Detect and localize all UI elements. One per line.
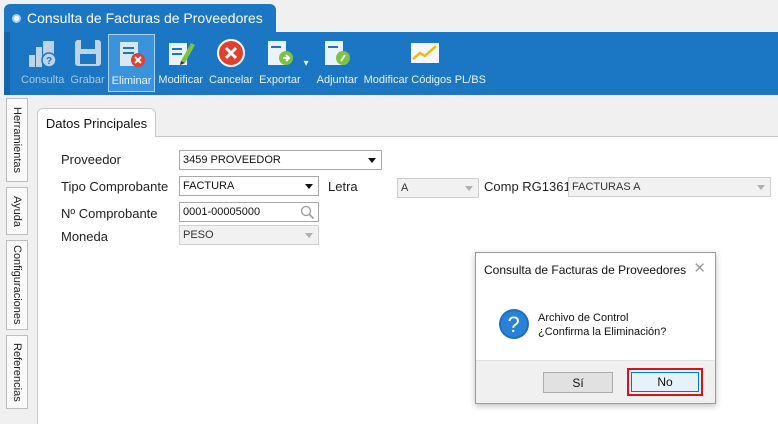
modify-codes-button[interactable]: Modificar Códigos PL/BS bbox=[361, 34, 489, 92]
side-panel: Herramientas Ayuda Configuraciones Refer… bbox=[4, 95, 30, 423]
export-icon bbox=[263, 36, 297, 70]
chevron-down-icon bbox=[305, 184, 313, 189]
tab-datos-principales[interactable]: Datos Principales bbox=[37, 108, 156, 137]
toolbar: ? Consulta Grabar Eliminar Modificar Can… bbox=[4, 32, 778, 95]
attach-icon bbox=[320, 36, 354, 70]
side-tab-referencias[interactable]: Referencias bbox=[6, 335, 28, 409]
proveedor-select[interactable]: 3459 PROVEEDOR bbox=[179, 150, 382, 170]
nro-comprobante-label: Nº Comprobante bbox=[61, 206, 158, 221]
save-icon bbox=[71, 36, 105, 70]
window-title: Consulta de Facturas de Proveedores bbox=[27, 10, 263, 26]
delete-document-icon bbox=[115, 37, 149, 71]
window-title-tab[interactable]: Consulta de Facturas de Proveedores bbox=[4, 4, 276, 32]
export-button[interactable]: Exportar bbox=[256, 34, 304, 92]
letra-label: Letra bbox=[328, 179, 358, 194]
svg-text:?: ? bbox=[508, 312, 520, 337]
chevron-down-icon bbox=[757, 185, 765, 190]
close-icon[interactable]: ✕ bbox=[693, 259, 706, 277]
search-icon[interactable] bbox=[300, 205, 315, 220]
moneda-select[interactable]: PESO bbox=[179, 225, 319, 245]
tipo-comprobante-select[interactable]: FACTURA bbox=[179, 176, 319, 196]
chevron-down-icon bbox=[465, 186, 473, 191]
edit-icon bbox=[164, 36, 198, 70]
nro-comprobante-input[interactable]: 0001-00005000 bbox=[179, 202, 319, 222]
dialog-title: Consulta de Facturas de Proveedores bbox=[484, 263, 687, 277]
toolbar-edge bbox=[4, 32, 10, 95]
no-button[interactable]: No bbox=[631, 372, 699, 392]
consult-button[interactable]: ? Consulta bbox=[18, 34, 67, 92]
edit-button[interactable]: Modificar bbox=[155, 34, 206, 92]
dialog-message-line1: Archivo de Control bbox=[538, 312, 629, 324]
no-button-highlight: No bbox=[627, 368, 703, 396]
delete-button[interactable]: Eliminar bbox=[107, 34, 156, 92]
question-icon: ? bbox=[499, 309, 529, 339]
tipo-comprobante-label: Tipo Comprobante bbox=[61, 179, 169, 194]
svg-text:?: ? bbox=[46, 56, 52, 67]
letra-select[interactable]: A bbox=[397, 178, 479, 198]
app-icon bbox=[12, 13, 21, 23]
cancel-icon bbox=[214, 36, 248, 70]
side-tab-herramientas[interactable]: Herramientas bbox=[6, 98, 28, 182]
export-dropdown-icon[interactable]: ▾ bbox=[304, 58, 314, 69]
cancel-button[interactable]: Cancelar bbox=[206, 34, 256, 92]
chart-icon bbox=[408, 36, 442, 70]
side-tab-ayuda[interactable]: Ayuda bbox=[6, 187, 28, 235]
chevron-down-icon bbox=[368, 158, 376, 163]
comp-rg1361-select[interactable]: FACTURAS A bbox=[568, 177, 771, 197]
confirm-dialog: Consulta de Facturas de Proveedores ✕ ? … bbox=[475, 252, 716, 404]
moneda-label: Moneda bbox=[61, 229, 108, 244]
save-button[interactable]: Grabar bbox=[67, 34, 107, 92]
side-tab-configuraciones[interactable]: Configuraciones bbox=[6, 240, 28, 330]
dialog-message: Archivo de Control ¿Confirma la Eliminac… bbox=[538, 311, 666, 339]
attach-button[interactable]: Adjuntar bbox=[314, 34, 361, 92]
chevron-down-icon bbox=[305, 233, 313, 238]
proveedor-label: Proveedor bbox=[61, 152, 121, 167]
consult-icon: ? bbox=[26, 36, 60, 70]
comp-rg1361-label: Comp RG1361 bbox=[484, 179, 571, 194]
yes-button[interactable]: Sí bbox=[543, 372, 613, 393]
dialog-message-line2: ¿Confirma la Eliminación? bbox=[538, 326, 667, 338]
